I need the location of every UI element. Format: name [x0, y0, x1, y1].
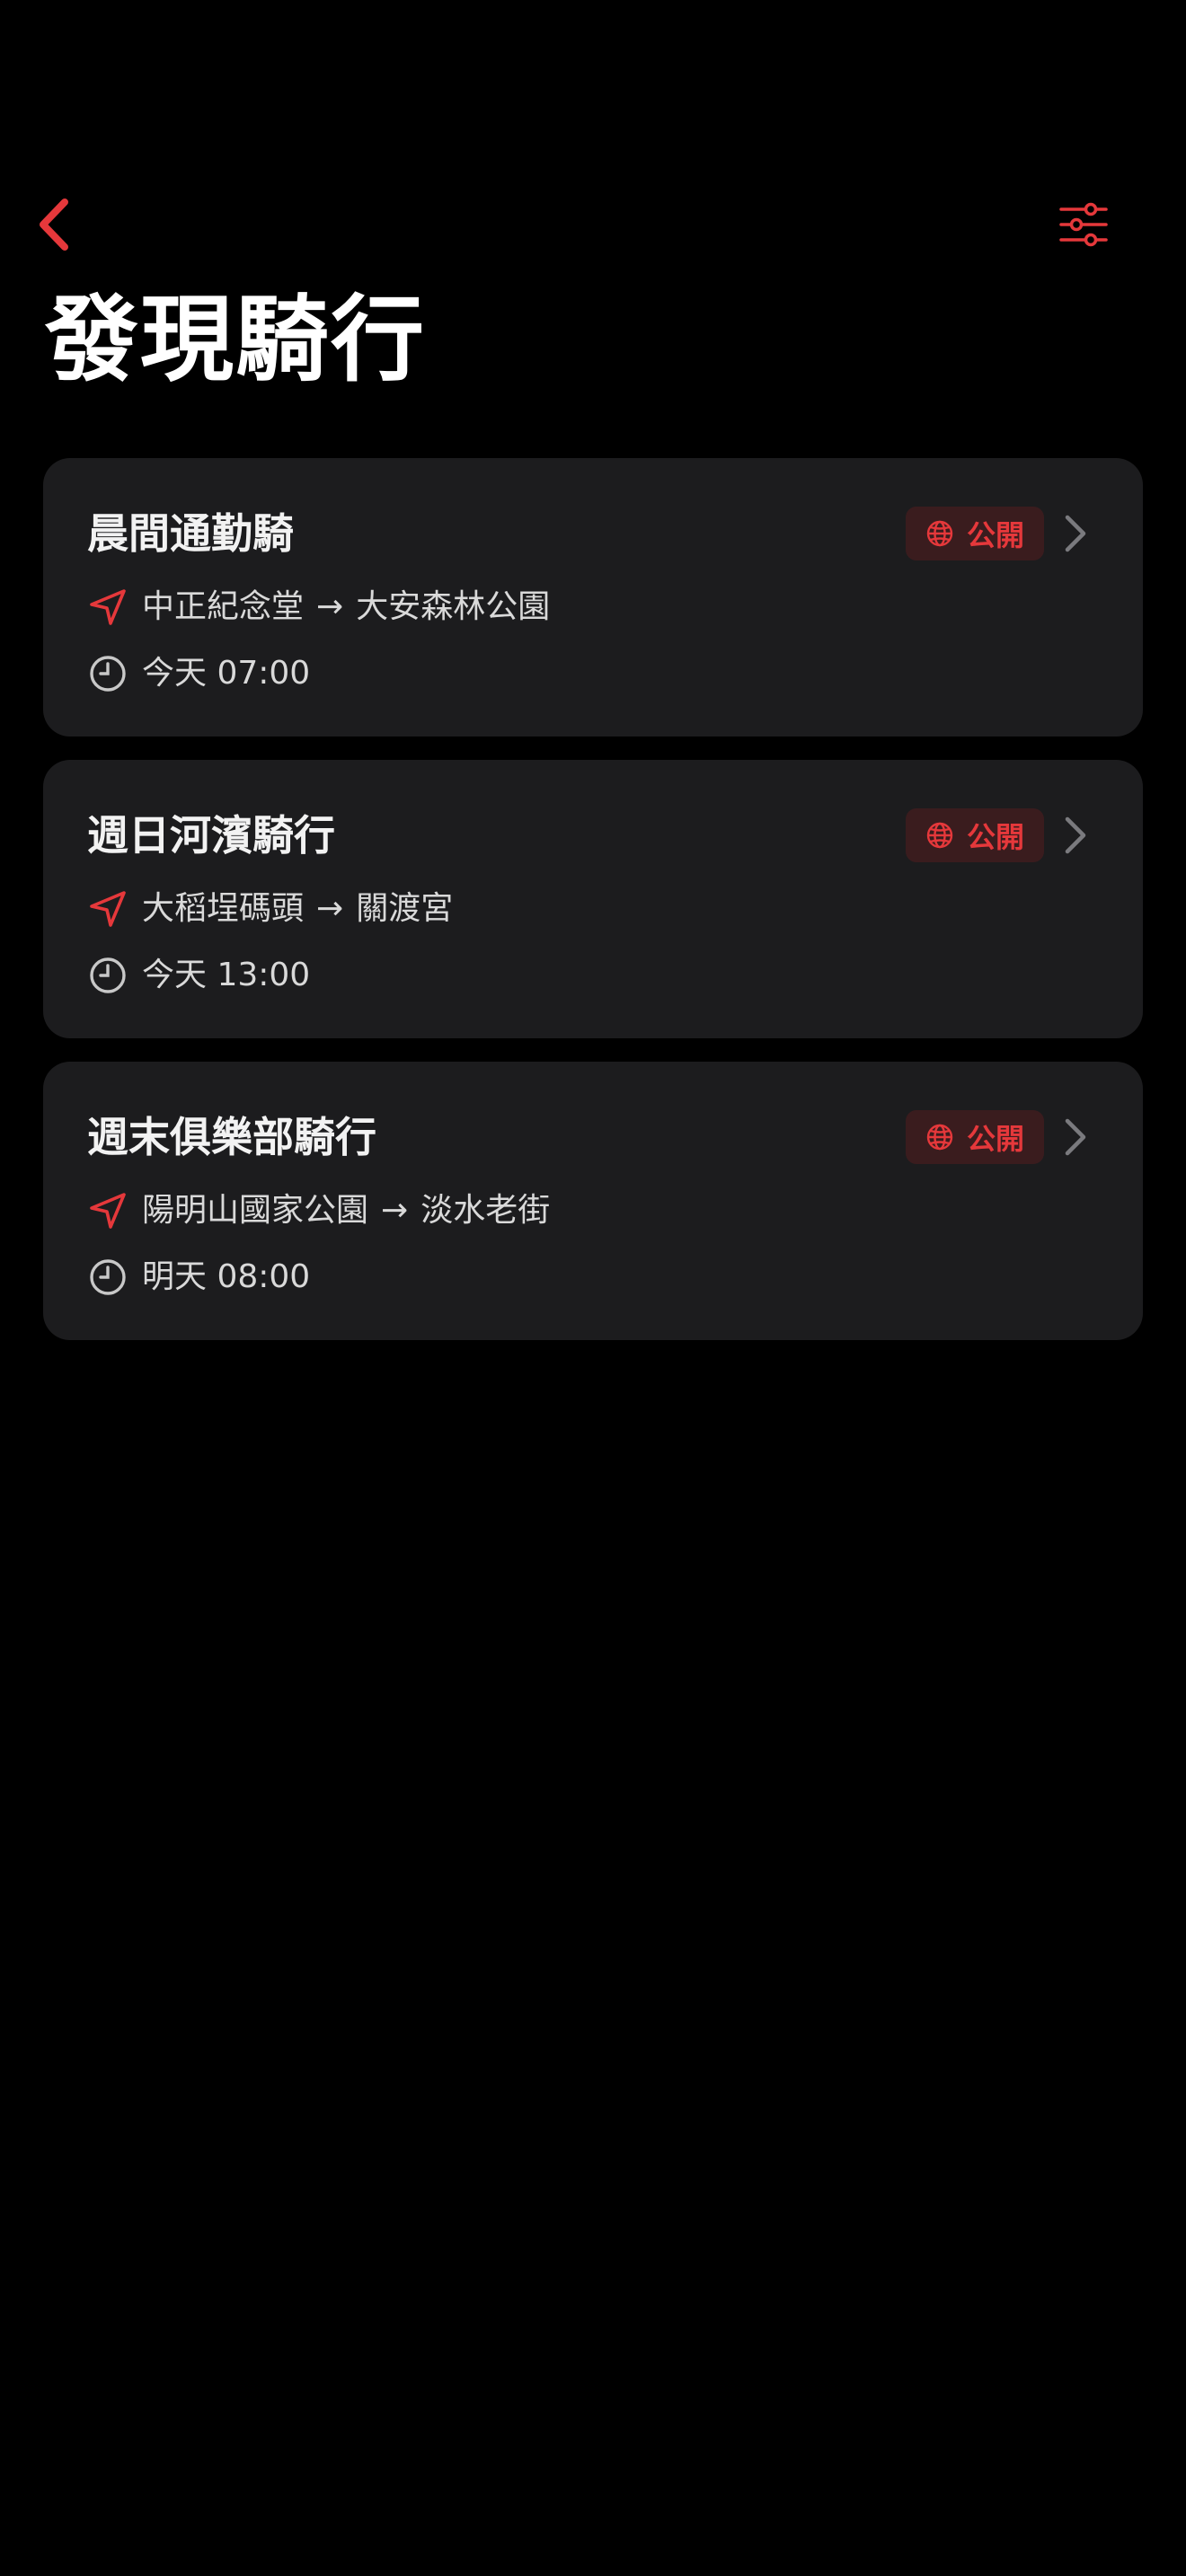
time-row: 今天 13:00 — [86, 952, 310, 999]
route-row: 陽明山國家公園 → 淡水老街 — [86, 1187, 550, 1234]
ride-time: 今天 13:00 — [142, 957, 311, 993]
navigation-bar — [0, 180, 1186, 269]
navigation-arrow-icon — [86, 887, 129, 931]
globe-icon — [926, 520, 953, 547]
ride-title: 晨間通勤騎 — [87, 509, 294, 558]
chevron-right-icon[interactable] — [1062, 1117, 1089, 1157]
navigation-arrow-icon — [86, 586, 129, 629]
navigation-arrow-icon — [86, 1189, 129, 1232]
route-arrow: → — [381, 1192, 409, 1229]
route-from: 大稻埕碼頭 — [142, 890, 305, 927]
route-text: 中正紀念堂 → 大安森林公園 — [142, 586, 550, 629]
badge-label: 公開 — [966, 1122, 1024, 1156]
back-button[interactable] — [25, 194, 83, 255]
ride-title: 週日河濱騎行 — [87, 811, 335, 860]
badge-label: 公開 — [966, 518, 1024, 552]
ride-card[interactable]: 週日河濱騎行 公開 大稻埕碼頭 → 關渡宮 今天 13:00 — [43, 760, 1143, 1038]
clock-icon — [86, 1256, 129, 1299]
route-arrow: → — [316, 588, 344, 625]
page-title: 發現騎行 — [45, 285, 427, 394]
ride-title: 週末俱樂部騎行 — [87, 1113, 376, 1161]
ride-list: 晨間通勤騎 公開 中正紀念堂 → 大安森林公園 今天 07:00 週日河濱騎行 … — [43, 458, 1143, 1363]
route-row: 大稻埕碼頭 → 關渡宮 — [86, 886, 453, 932]
time-row: 明天 08:00 — [86, 1254, 310, 1301]
route-to: 大安森林公園 — [356, 588, 551, 625]
route-to: 關渡宮 — [356, 890, 454, 927]
route-to: 淡水老街 — [420, 1192, 551, 1229]
visibility-badge: 公開 — [906, 1110, 1044, 1164]
ride-card[interactable]: 週末俱樂部騎行 公開 陽明山國家公園 → 淡水老街 明天 08:00 — [43, 1062, 1143, 1340]
clock-icon — [86, 652, 129, 695]
chevron-left-icon — [40, 198, 68, 251]
clock-icon — [86, 954, 129, 997]
visibility-badge: 公開 — [906, 808, 1044, 862]
globe-icon — [926, 1124, 953, 1151]
filter-button[interactable] — [1051, 196, 1116, 253]
route-text: 大稻埕碼頭 → 關渡宮 — [142, 887, 453, 931]
route-row: 中正紀念堂 → 大安森林公園 — [86, 584, 550, 631]
visibility-badge: 公開 — [906, 507, 1044, 560]
sliders-icon — [1059, 202, 1108, 247]
route-text: 陽明山國家公園 → 淡水老街 — [142, 1189, 550, 1232]
chevron-right-icon[interactable] — [1062, 514, 1089, 553]
route-from: 中正紀念堂 — [142, 588, 305, 625]
chevron-right-icon[interactable] — [1062, 816, 1089, 855]
time-row: 今天 07:00 — [86, 650, 310, 697]
ride-card[interactable]: 晨間通勤騎 公開 中正紀念堂 → 大安森林公園 今天 07:00 — [43, 458, 1143, 737]
ride-time: 明天 08:00 — [142, 1258, 311, 1295]
badge-label: 公開 — [966, 820, 1024, 854]
route-from: 陽明山國家公園 — [142, 1192, 369, 1229]
ride-time: 今天 07:00 — [142, 655, 311, 692]
globe-icon — [926, 822, 953, 849]
route-arrow: → — [316, 890, 344, 927]
